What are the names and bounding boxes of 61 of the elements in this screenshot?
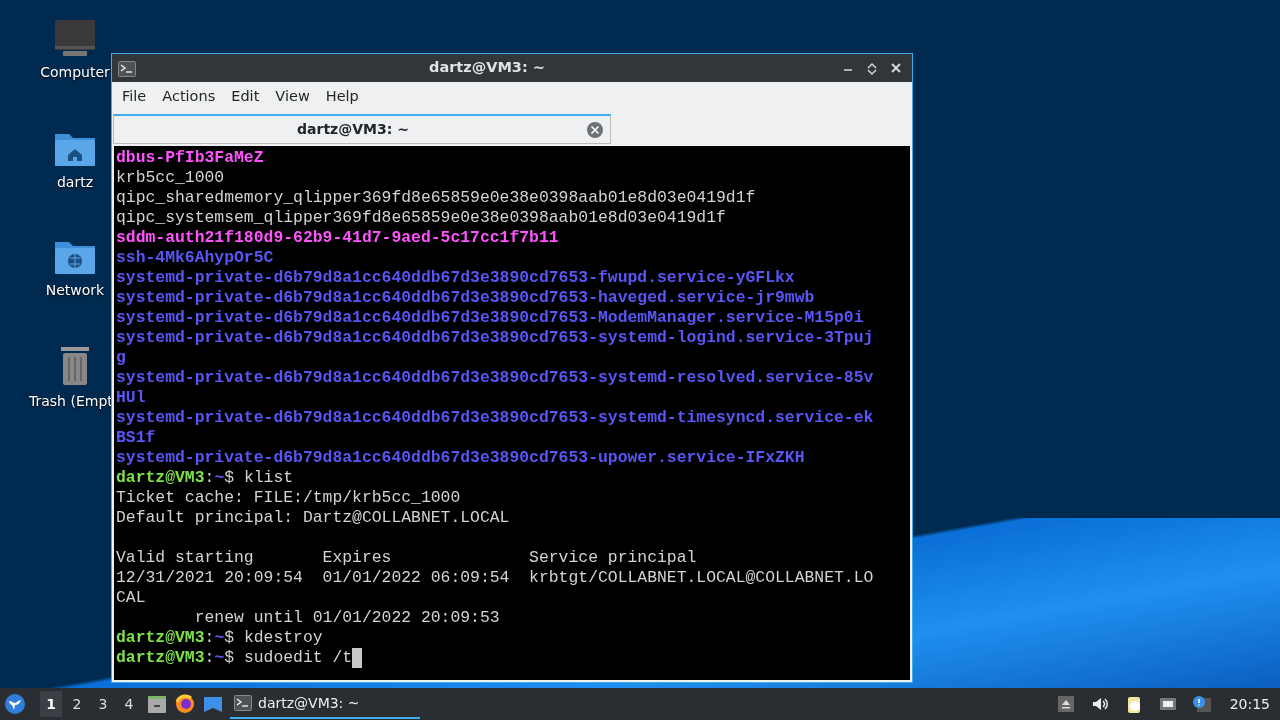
close-tab-icon[interactable] (586, 120, 604, 139)
desktop-icon-label[interactable]: Trash (Empt (29, 391, 113, 412)
terminal-text: $ sudoedit /t (224, 648, 353, 668)
terminal-text: : (204, 468, 215, 488)
notification-icon[interactable] (1191, 694, 1212, 714)
terminal-text: : (204, 628, 215, 648)
start-menu-icon[interactable] (4, 693, 26, 715)
prompt-user: dartz@VM3 (116, 628, 205, 648)
prompt-user: dartz@VM3 (116, 648, 205, 668)
taskbar-task[interactable]: dartz@VM3: ~ (230, 689, 420, 719)
terminal-line: g (116, 348, 127, 368)
prompt-path: ~ (214, 628, 225, 648)
menu-item[interactable]: Help (317, 84, 367, 110)
desktop-icon-label[interactable]: Network (45, 280, 105, 301)
terminal-line: systemd-private-d6b79d8a1cc640ddb67d3e3890cd7653-fwupd.service-yGFLkx (116, 268, 796, 288)
prompt-user: dartz@VM3 (116, 468, 205, 488)
terminal-line: systemd-private-d6b79d8a1cc640ddb67d3e3890cd7653-upower.service-IFxZKH (116, 448, 806, 468)
terminal-line: krb5cc_1000 (116, 168, 226, 188)
menu-item[interactable]: View (267, 84, 318, 110)
terminal-line: 12/31/2021 20:09:54 01/01/2022 06:09:54 krbtgt/COLLABNET.LOCAL@COLLABNET.LO (116, 568, 875, 588)
prompt-path: ~ (214, 648, 225, 668)
terminal-line: systemd-private-d6b79d8a1cc640ddb67d3e3890cd7653-systemd-timesyncd.service-ek (116, 408, 875, 428)
computer-icon[interactable] (53, 18, 97, 58)
terminal-icon (234, 695, 252, 711)
menu-item[interactable]: Actions (154, 84, 224, 110)
terminal-icon (118, 58, 136, 77)
terminal-line: systemd-private-d6b79d8a1cc640ddb67d3e3890cd7653-systemd-logind.service-3Tpuj (116, 328, 875, 348)
file-cabinet-icon[interactable] (146, 693, 168, 715)
workspace-button[interactable]: 2 (66, 691, 88, 717)
workspace-button[interactable]: 4 (118, 691, 140, 717)
terminal-line: HUl (116, 388, 147, 408)
terminal-line: sddm-auth21f180d9-62b9-41d7-9aed-5c17cc1f7b11 (116, 228, 560, 248)
terminal-line: Default principal: Dartz@COLLABNET.LOCAL (116, 508, 511, 528)
browser-icon[interactable] (174, 693, 196, 715)
workspace-button[interactable]: 3 (92, 691, 114, 717)
terminal-text: $ klist (224, 468, 294, 488)
terminal-line: BS1f (116, 428, 157, 448)
desktop-icon-label[interactable]: Computer (40, 62, 110, 83)
clock[interactable]: 20:15 (1229, 693, 1270, 715)
terminal-tab[interactable]: dartz@VM3: ~ (113, 114, 611, 144)
menu-item[interactable]: Edit (223, 84, 268, 110)
terminal-line: qipc_sharedmemory_qlipper369fd8e65859e0e38e0398aab01e8d03e0419d1f (116, 188, 757, 208)
prompt-path: ~ (214, 468, 225, 488)
menu-item[interactable]: File (114, 84, 155, 110)
terminal-line: renew until 01/01/2022 20:09:53 (193, 608, 501, 628)
terminal-line: systemd-private-d6b79d8a1cc640ddb67d3e3890cd7653-systemd-resolved.service-85v (116, 368, 875, 388)
terminal-line: CAL (116, 588, 147, 608)
terminal-line: Ticket cache: FILE:/tmp/krb5cc_1000 (116, 488, 462, 508)
terminal-line: dbus-PfIb3FaMeZ (116, 148, 265, 168)
terminal-line: systemd-private-d6b79d8a1cc640ddb67d3e3890cd7653-ModemManager.service-M15p0i (116, 308, 865, 328)
terminal-line: ssh-4Mk6AhypOr5C (116, 248, 275, 268)
eject-icon[interactable] (1055, 694, 1076, 714)
terminal-text: : (204, 648, 215, 668)
terminal-line: Valid starting Expires Service principal (116, 548, 698, 568)
terminal-text: $ kdestroy (224, 628, 323, 648)
terminal-line: qipc_systemsem_qlipper369fd8e65859e0e38e0398aab01e8d03e0419d1f (116, 208, 727, 228)
terminal-line: systemd-private-d6b79d8a1cc640ddb67d3e3890cd7653-haveged.service-jr9mwb (116, 288, 816, 308)
window-title: dartz@VM3: ~ (428, 58, 546, 78)
text-cursor (352, 648, 363, 668)
workspace-button[interactable]: 1 (40, 691, 62, 717)
desktop-icon-label[interactable]: dartz (56, 172, 94, 193)
